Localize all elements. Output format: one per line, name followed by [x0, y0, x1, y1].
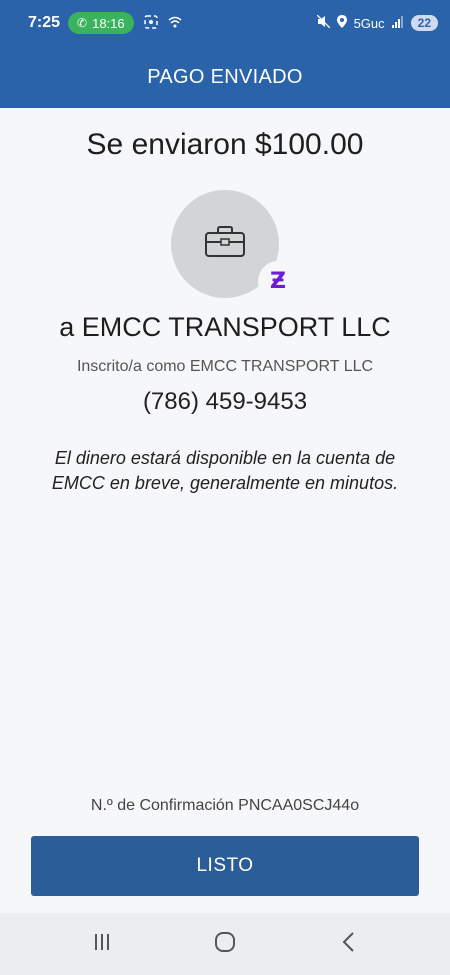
- zelle-icon: Ƶ: [258, 261, 298, 301]
- recipient-name: a EMCC TRANSPORT LLC: [59, 312, 391, 342]
- back-icon: [341, 931, 355, 958]
- status-time: 7:25: [28, 14, 61, 31]
- call-duration: 18:16: [92, 15, 125, 31]
- screenshot-icon: [143, 14, 158, 32]
- location-icon: [336, 15, 347, 31]
- mute-icon: [316, 14, 331, 31]
- network-type: 5Guc: [353, 15, 385, 31]
- wifi-icon: [168, 16, 182, 31]
- enrolled-as: Inscrito/a como EMCC TRANSPORT LLC: [76, 358, 374, 375]
- system-nav-bar: [0, 913, 450, 975]
- page-title: PAGO ENVIADO: [147, 65, 303, 88]
- app-header: PAGO ENVIADO: [0, 46, 450, 108]
- back-button[interactable]: [318, 924, 378, 964]
- battery-level: 22: [410, 15, 438, 31]
- home-icon: [214, 931, 236, 958]
- phone-icon: ✆: [77, 16, 88, 30]
- briefcase-icon: [204, 225, 246, 263]
- recent-apps-button[interactable]: [72, 924, 132, 964]
- amount-sent: Se enviaron $100.00: [86, 128, 364, 161]
- home-button[interactable]: [195, 924, 255, 964]
- status-bar: 7:25 ✆ 18:16 5Guc 22: [0, 0, 450, 46]
- confirmation-number: N.º de Confirmación PNCAA0SCJ44o: [90, 797, 360, 814]
- ongoing-call-pill[interactable]: ✆ 18:16: [68, 12, 134, 34]
- availability-note: El dinero estará disponible en la cuenta…: [51, 448, 399, 493]
- signal-icon: [391, 15, 404, 31]
- done-button[interactable]: LISTO: [31, 836, 419, 896]
- recipient-phone: (786) 459-9453: [142, 388, 308, 415]
- recent-apps-icon: [92, 932, 112, 957]
